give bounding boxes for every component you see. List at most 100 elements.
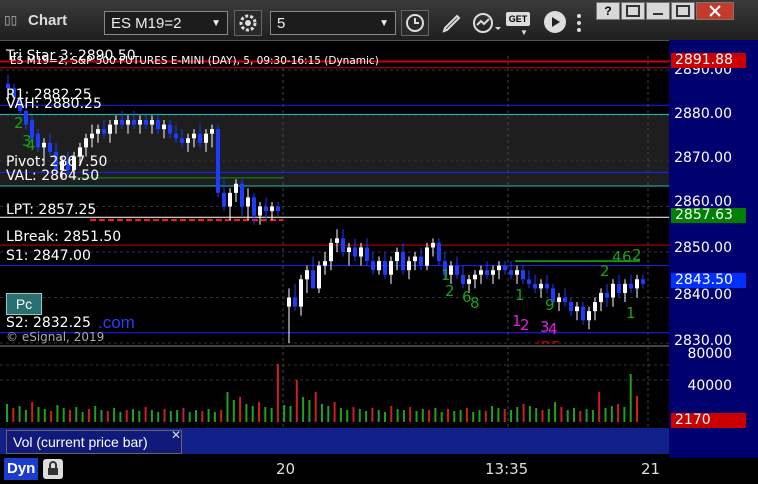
volume-bar (535, 408, 538, 422)
candle-body (383, 261, 387, 275)
title-bar: ▯▯ Chart ES M19=2 ▼ 5 ▼ GET ▼ ? (0, 0, 758, 41)
candle-body (24, 110, 28, 125)
candle-body (341, 238, 345, 252)
volume-bar (478, 410, 481, 422)
td-count-label: 2 (600, 262, 610, 280)
candle-body (521, 270, 525, 280)
help-icon[interactable]: ? (596, 2, 620, 20)
candle-body (168, 124, 172, 134)
candle-body (359, 247, 363, 257)
volume-legend[interactable]: Vol (current price bar) (6, 430, 182, 454)
close-icon[interactable] (696, 2, 734, 20)
candle-body (138, 120, 142, 125)
candle-body (162, 124, 166, 130)
candle-body (401, 252, 405, 271)
td-count-label: 4 (26, 136, 36, 154)
candle-body (617, 283, 621, 293)
volume-bar (465, 408, 468, 422)
td-count-label: 8 (470, 294, 480, 312)
candle-body (611, 283, 615, 298)
volume-bar (440, 412, 443, 422)
candle-body (246, 197, 250, 207)
volume-bar (169, 411, 172, 422)
candle-body (317, 265, 321, 289)
candle-body (42, 142, 46, 148)
candle-body (605, 292, 609, 298)
dyn-label: Dyn (7, 460, 36, 477)
chevron-down-icon[interactable]: ▼ (379, 12, 389, 36)
pc-button[interactable]: Pc (6, 293, 42, 315)
volume-bar (327, 406, 330, 422)
candle-body (527, 279, 531, 284)
volume-bar (100, 410, 103, 422)
volume-bar (573, 408, 575, 422)
candle-body (365, 247, 369, 262)
volume-bar (270, 408, 273, 422)
study-icon[interactable] (472, 11, 502, 40)
candle-body (84, 138, 88, 148)
time-tick: 20 (276, 460, 296, 478)
chevron-down-icon[interactable]: ▼ (211, 12, 221, 36)
more-icon[interactable] (572, 11, 586, 40)
candle-body (557, 297, 561, 303)
candle-body (126, 120, 130, 125)
td-count-label: 2 (520, 316, 530, 334)
play-icon[interactable] (544, 11, 566, 33)
symbol-input[interactable]: ES M19=2 ▼ (104, 11, 228, 35)
grip-icon[interactable]: ▯▯ (4, 13, 17, 27)
link-icon[interactable] (621, 2, 645, 20)
volume-bar (283, 405, 286, 422)
volume-bar (484, 411, 487, 422)
interval-select[interactable]: 5 ▼ (270, 11, 396, 35)
candle-body (108, 124, 112, 134)
price-tick: 2870.00 (674, 150, 732, 166)
volume-bar (352, 407, 355, 422)
settings-gear-icon[interactable] (234, 10, 262, 36)
volume-bar (302, 397, 305, 422)
get-button[interactable]: GET (506, 12, 530, 26)
volume-bar (528, 406, 531, 422)
candle-body (467, 279, 471, 284)
candle-body (258, 206, 262, 216)
volume-bar (636, 396, 638, 422)
volume-bar (50, 411, 53, 422)
vah-label: VAH: 2880.25 (6, 96, 102, 112)
volume-bar (390, 406, 393, 422)
tristar-label: Tri Star 3: 2890.50 (6, 48, 136, 64)
candle-body (419, 256, 423, 266)
minimize-icon[interactable] (646, 2, 670, 20)
lock-icon[interactable] (43, 459, 63, 479)
candle-body (102, 129, 106, 134)
clock-icon[interactable] (401, 10, 429, 36)
volume-bar (226, 392, 229, 422)
candle-body (287, 297, 291, 307)
candle-body (222, 192, 226, 207)
candle-body (581, 306, 585, 321)
close-icon[interactable]: ✕ (171, 428, 181, 442)
chevron-down-icon[interactable]: ▼ (520, 28, 528, 37)
pencil-icon[interactable] (440, 11, 464, 40)
maximize-icon[interactable] (671, 2, 695, 20)
dyn-button[interactable]: Dyn (4, 458, 38, 480)
td-count-label: 1 (515, 286, 525, 304)
candle-body (479, 270, 483, 275)
volume-bar (541, 410, 544, 422)
volume-bar (289, 406, 292, 422)
candle-body (413, 256, 417, 262)
td-count-label: 4 (612, 248, 622, 266)
time-tick: 13:35 (485, 460, 529, 478)
volume-bar (150, 410, 153, 422)
candle-body (114, 120, 118, 125)
volume-chart[interactable] (0, 346, 669, 430)
price-tick: 2840.00 (674, 287, 732, 303)
volume-bar (497, 408, 500, 422)
volume-axis[interactable] (669, 346, 758, 458)
volume-bar (402, 410, 405, 422)
volume-bar (415, 411, 418, 422)
volume-bar (106, 411, 109, 422)
volume-bar (346, 410, 349, 422)
price-tick: 2850.00 (674, 240, 732, 256)
candle-body (234, 183, 238, 193)
candle-body (395, 252, 399, 262)
td-count-label: 6 (622, 248, 632, 266)
